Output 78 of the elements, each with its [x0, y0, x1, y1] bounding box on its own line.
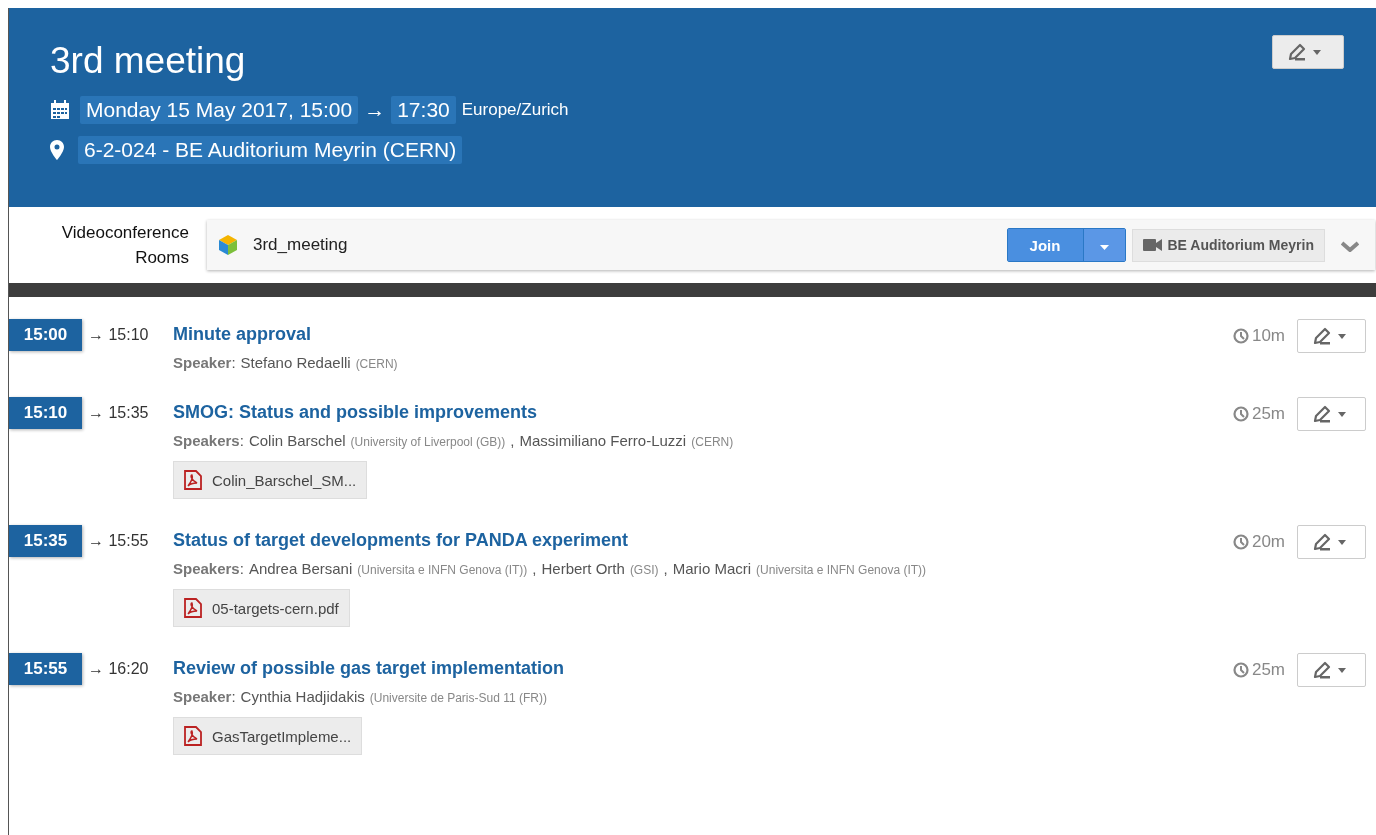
speaker-affiliation: (Universite de Paris-Sud 11 (FR))	[369, 691, 547, 705]
speaker-name: Cynthia Hadjidakis	[240, 688, 365, 705]
caret-icon	[1099, 244, 1109, 250]
speaker-label: Speakers:	[173, 432, 244, 449]
end-time: → 15:55	[88, 532, 149, 550]
edit-menu-button[interactable]	[1297, 525, 1366, 559]
pencil-icon	[1312, 660, 1332, 680]
speaker-name: Colin Barschel	[248, 432, 346, 449]
speaker-affiliation: (University of Liverpool (GB))	[350, 435, 506, 449]
end-time: → 15:35	[88, 404, 149, 422]
start-time-badge: 15:55	[9, 653, 82, 685]
caret-icon	[1338, 539, 1346, 545]
speaker-name: Herbert Orth	[541, 560, 625, 577]
speaker-affiliation: (CERN)	[355, 357, 398, 371]
attachment-button[interactable]: Colin_Barschel_SM...	[173, 461, 368, 499]
map-pin-icon	[50, 140, 64, 160]
start-time-badge: 15:35	[9, 525, 82, 557]
edit-menu-button[interactable]	[1272, 35, 1344, 69]
speaker-name: Massimiliano Ferro-Luzzi	[519, 432, 687, 449]
caret-icon	[1338, 667, 1346, 673]
pdf-icon	[184, 470, 202, 490]
clock-icon	[1232, 328, 1249, 344]
speaker-name: Andrea Bersani	[248, 560, 353, 577]
end-time: 17:30	[391, 96, 456, 124]
event-title: 3rd meeting	[50, 40, 247, 82]
room-name: 3rd_meeting	[253, 235, 349, 255]
clock-icon	[1232, 534, 1249, 550]
speaker-affiliation: (Universita e INFN Genova (IT))	[357, 563, 528, 577]
attachment-button[interactable]: GasTargetImpleme...	[173, 717, 363, 755]
caret-icon	[1338, 411, 1346, 417]
edit-menu-button[interactable]	[1297, 653, 1366, 687]
contribution-title-link[interactable]: Status of target developments for PANDA experiment	[173, 530, 1233, 551]
speaker-name: Stefano Redaelli	[240, 354, 351, 371]
start-time-badge: 15:10	[9, 397, 82, 429]
location-text: 6-2-024 - BE Auditorium Meyrin (CERN)	[78, 136, 463, 164]
edit-menu-button[interactable]	[1297, 397, 1366, 431]
separator-text: ,	[510, 432, 515, 449]
start-time-badge: 15:00	[9, 319, 82, 351]
duration-text: 20m	[1232, 532, 1285, 552]
speaker-label: Speakers:	[173, 560, 244, 577]
calendar-icon	[50, 100, 70, 120]
room-button[interactable]: BE Auditorium Meyrin	[1131, 228, 1325, 262]
end-time: → 16:20	[88, 660, 149, 678]
chevron-down-icon	[1341, 239, 1359, 252]
edit-menu-button[interactable]	[1297, 319, 1366, 353]
clock-icon	[1232, 662, 1249, 678]
start-datetime: Monday 15 May 2017, 15:00	[80, 96, 359, 124]
contribution-title-link[interactable]: Review of possible gas target implementation	[173, 658, 1233, 679]
pdf-icon	[184, 598, 202, 618]
speaker-affiliation: (GSI)	[629, 563, 659, 577]
video-camera-icon	[1142, 239, 1162, 251]
videoconference-label: Videoconference Rooms	[60, 222, 189, 269]
caret-icon	[1338, 333, 1346, 339]
contribution-title-link[interactable]: SMOG: Status and possible improvements	[173, 402, 1233, 423]
end-time: → 15:10	[88, 326, 149, 344]
duration-text: 25m	[1232, 660, 1285, 680]
pencil-icon	[1312, 404, 1332, 424]
attachment-button[interactable]: 05-targets-cern.pdf	[173, 589, 350, 627]
separator-text: ,	[663, 560, 668, 577]
caret-icon	[1313, 49, 1321, 55]
speaker-affiliation: (Universita e INFN Genova (IT))	[756, 563, 927, 577]
contribution-title-link[interactable]: Minute approval	[173, 324, 1233, 345]
duration-text: 10m	[1232, 326, 1285, 346]
join-button[interactable]: Join	[1007, 229, 1084, 261]
speaker-affiliation: (CERN)	[691, 435, 734, 449]
clock-icon	[1232, 406, 1249, 422]
pencil-icon	[1312, 532, 1332, 552]
timezone-label: Europe/Zurich	[461, 100, 569, 120]
pencil-icon	[1312, 326, 1332, 346]
speaker-name: Mario Macri	[672, 560, 752, 577]
speaker-label: Speaker:	[173, 688, 236, 705]
speaker-label: Speaker:	[173, 354, 236, 371]
separator-text: ,	[532, 560, 537, 577]
cube-logo-icon	[217, 234, 239, 256]
duration-text: 25m	[1232, 404, 1285, 424]
pencil-icon	[1287, 42, 1307, 62]
arrow-text: →	[364, 98, 386, 122]
pdf-icon	[184, 726, 202, 746]
